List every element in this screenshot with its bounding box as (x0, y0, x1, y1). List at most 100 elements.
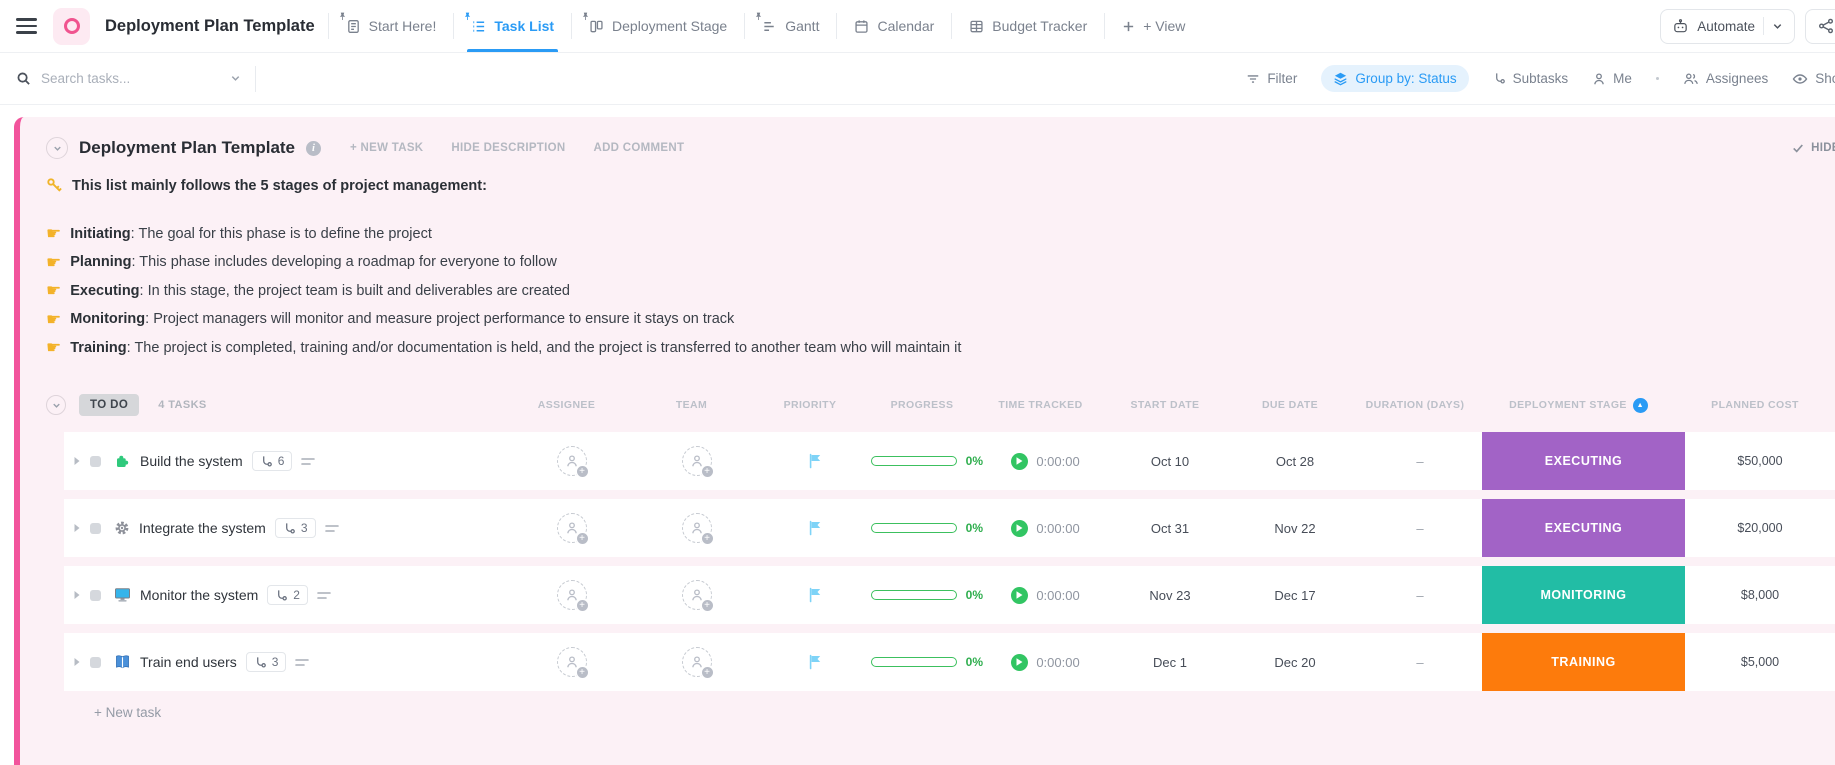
stage-cell[interactable]: TRAINING (1482, 633, 1685, 691)
status-square[interactable] (90, 656, 101, 668)
column-header-progress[interactable]: PROGRESS (866, 398, 978, 413)
play-button[interactable] (1011, 519, 1029, 537)
assignees-button[interactable]: Assignees (1683, 71, 1768, 86)
tab-deployment-stage[interactable]: Deployment Stage (575, 0, 741, 52)
status-square[interactable] (90, 589, 101, 601)
due-date-cell[interactable]: Nov 22 (1232, 499, 1358, 557)
show-button[interactable]: Show (1792, 71, 1835, 86)
column-header-deployment-stage[interactable]: DEPLOYMENT STAGE ▲ (1477, 397, 1680, 413)
start-date-cell[interactable]: Oct 10 (1108, 432, 1232, 490)
column-header-start-date[interactable]: START DATE (1103, 398, 1227, 413)
due-date-cell[interactable]: Dec 20 (1232, 633, 1358, 691)
automate-button[interactable]: Automate (1660, 8, 1795, 44)
tab-gantt[interactable]: Gantt (748, 0, 833, 52)
add-assignee-avatar[interactable]: + (556, 446, 589, 478)
start-date-cell[interactable]: Oct 31 (1108, 499, 1232, 557)
subtask-chip[interactable]: 2 (267, 585, 308, 605)
sort-asc-badge[interactable]: ▲ (1632, 397, 1648, 413)
add-team-avatar[interactable]: + (681, 647, 714, 679)
table-row[interactable]: Train end users 3 + + 0% 0:00:00 Dec 1 D… (64, 633, 1835, 691)
task-name[interactable]: Monitor the system (140, 587, 258, 603)
search-input[interactable] (41, 71, 206, 86)
progress-bar[interactable] (871, 523, 957, 533)
play-button[interactable] (1011, 653, 1029, 671)
play-button[interactable] (1011, 452, 1029, 470)
hide-description-button[interactable]: HIDE DESCRIPTION (451, 142, 565, 154)
task-name[interactable]: Integrate the system (139, 520, 266, 536)
description-lines-icon[interactable] (301, 457, 316, 466)
table-row[interactable]: Build the system 6 + + 0% 0:00:00 Oct 10… (64, 432, 1835, 490)
status-square[interactable] (90, 522, 101, 534)
description-lines-icon[interactable] (317, 591, 331, 600)
add-team-avatar[interactable]: + (681, 580, 714, 612)
due-date-cell[interactable]: Oct 28 (1232, 432, 1358, 490)
add-assignee-avatar[interactable]: + (556, 580, 589, 612)
list-logo[interactable] (53, 7, 90, 45)
add-comment-button[interactable]: ADD COMMENT (593, 142, 684, 154)
column-header-due-date[interactable]: DUE DATE (1227, 398, 1353, 413)
planned-cost-cell[interactable]: $5,000 (1685, 633, 1835, 691)
priority-flag-icon[interactable] (808, 587, 822, 603)
filter-button[interactable]: Filter (1246, 71, 1297, 86)
info-icon[interactable]: i (306, 140, 322, 156)
column-header-planned-cost[interactable]: PLANNED COST (1680, 398, 1830, 413)
task-name[interactable]: Train end users (140, 654, 237, 670)
stage-cell[interactable]: MONITORING (1482, 566, 1685, 624)
add-view-button[interactable]: + View (1108, 0, 1199, 52)
subtasks-button[interactable]: Subtasks (1493, 71, 1568, 86)
planned-cost-cell[interactable]: $50,000 (1685, 432, 1835, 490)
priority-flag-icon[interactable] (808, 520, 822, 536)
priority-flag-icon[interactable] (808, 453, 822, 469)
column-header-time-tracked[interactable]: TIME TRACKED (978, 398, 1103, 413)
expand-caret-icon[interactable] (73, 523, 81, 533)
table-row[interactable]: Integrate the system 3 + + 0% 0:00:00 Oc… (64, 499, 1835, 557)
add-team-avatar[interactable]: + (681, 446, 714, 478)
stage-cell[interactable]: EXECUTING (1482, 499, 1685, 557)
group-by-button[interactable]: Group by: Status (1321, 65, 1469, 92)
column-header-team[interactable]: TEAM (629, 398, 754, 413)
description-lines-icon[interactable] (295, 658, 310, 667)
tab-calendar[interactable]: Calendar (840, 0, 948, 52)
add-assignee-avatar[interactable]: + (556, 513, 589, 545)
due-date-cell[interactable]: Dec 17 (1232, 566, 1358, 624)
tab-budget-tracker[interactable]: Budget Tracker (955, 0, 1101, 52)
collapse-group-button[interactable] (46, 395, 66, 415)
progress-bar[interactable] (871, 657, 957, 667)
expand-caret-icon[interactable] (73, 456, 81, 466)
share-button[interactable] (1805, 8, 1835, 44)
stage-cell[interactable]: EXECUTING (1482, 432, 1685, 490)
column-header-priority[interactable]: PRIORITY (754, 398, 866, 413)
tab-start-here[interactable]: Start Here! (332, 0, 451, 52)
start-date-cell[interactable]: Nov 23 (1108, 566, 1232, 624)
expand-caret-icon[interactable] (73, 657, 81, 667)
planned-cost-cell[interactable]: $20,000 (1685, 499, 1835, 557)
table-row[interactable]: Monitor the system 2 + + 0% 0:00:00 Nov … (64, 566, 1835, 624)
new-task-button[interactable]: + NEW TASK (350, 142, 423, 154)
subtask-chip[interactable]: 6 (251, 451, 293, 471)
hide-closed-button[interactable]: HIDE CLOSED (1792, 142, 1835, 154)
expand-caret-icon[interactable] (73, 590, 81, 600)
priority-flag-icon[interactable] (808, 654, 822, 670)
add-assignee-avatar[interactable]: + (556, 647, 589, 679)
task-name[interactable]: Build the system (140, 453, 243, 469)
subtask-chip[interactable]: 3 (274, 518, 316, 538)
add-task-button[interactable]: + New task (94, 705, 161, 720)
description-lines-icon[interactable] (324, 524, 339, 533)
chevron-down-icon[interactable] (1772, 21, 1783, 32)
column-header-duration-days[interactable]: DURATION (DAYS) (1353, 398, 1477, 413)
tab-task-list[interactable]: Task List (457, 0, 568, 52)
play-button[interactable] (1011, 586, 1029, 604)
planned-cost-cell[interactable]: $8,000 (1685, 566, 1835, 624)
progress-bar[interactable] (871, 590, 957, 600)
status-square[interactable] (90, 455, 101, 467)
collapse-list-button[interactable] (46, 137, 68, 159)
subtask-chip[interactable]: 3 (245, 652, 287, 672)
column-header-assignee[interactable]: ASSIGNEE (504, 398, 629, 413)
me-button[interactable]: Me (1592, 71, 1632, 86)
search-box[interactable] (16, 71, 241, 86)
start-date-cell[interactable]: Dec 1 (1108, 633, 1232, 691)
progress-bar[interactable] (871, 456, 957, 466)
hamburger-menu-icon[interactable] (16, 18, 37, 34)
add-team-avatar[interactable]: + (681, 513, 714, 545)
chevron-down-icon[interactable] (230, 73, 241, 84)
